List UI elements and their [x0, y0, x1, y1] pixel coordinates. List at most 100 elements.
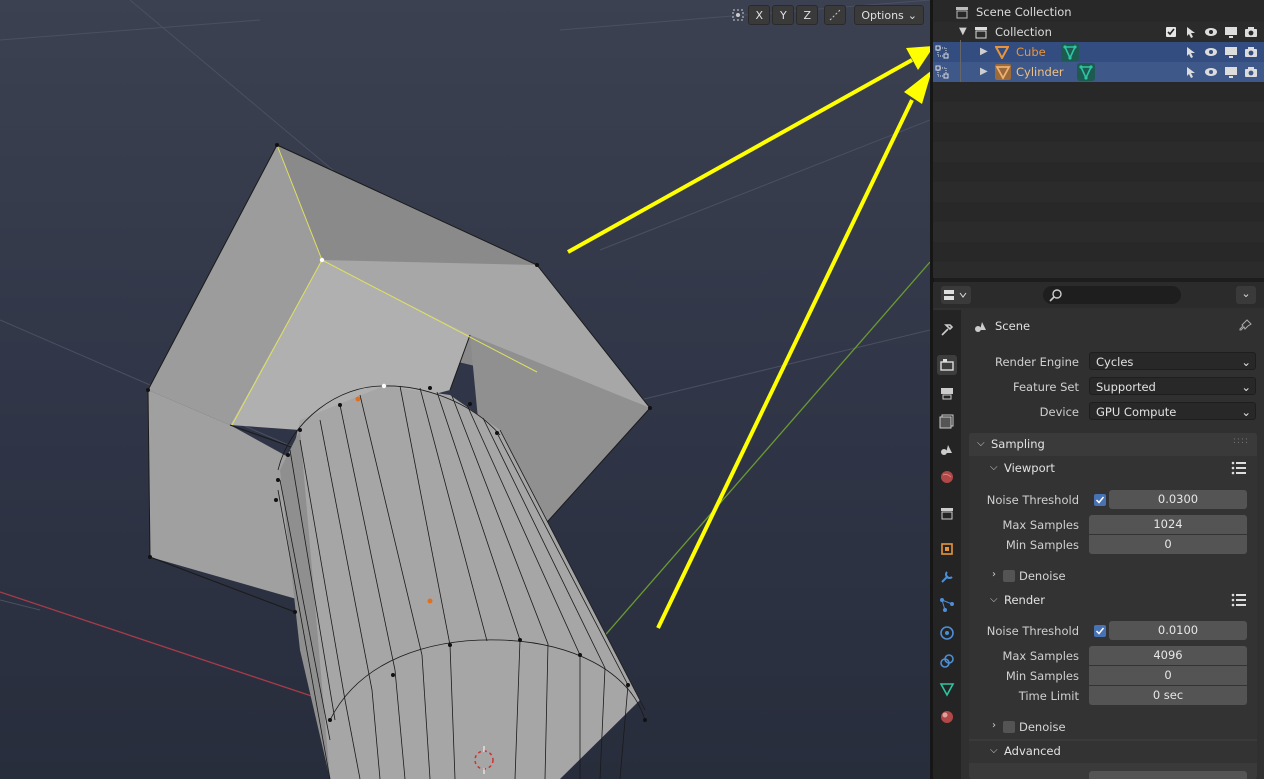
- chevron-down-icon: ⌄: [1241, 380, 1251, 394]
- tab-material[interactable]: [937, 707, 957, 727]
- snap-icon[interactable]: [824, 5, 847, 25]
- tab-collection[interactable]: [937, 503, 957, 523]
- render-max-samples-label: Max Samples: [1002, 649, 1079, 663]
- cylinder-label: Cylinder: [1016, 65, 1064, 79]
- render-noise-threshold-checkbox[interactable]: [1094, 625, 1106, 637]
- camera-icon[interactable]: [1244, 65, 1258, 79]
- presets-list-icon[interactable]: [1231, 461, 1247, 478]
- viewport-noise-threshold-checkbox[interactable]: [1094, 494, 1106, 506]
- sampling-title: Sampling: [991, 437, 1045, 451]
- search-input[interactable]: [1043, 286, 1181, 304]
- tool-icon: [941, 324, 954, 336]
- options-chevron-icon[interactable]: ⌄: [1236, 286, 1256, 304]
- exclude-checkbox-icon[interactable]: [1164, 25, 1178, 39]
- tab-data[interactable]: [937, 679, 957, 699]
- tab-view-layer[interactable]: [937, 411, 957, 431]
- tab-particles[interactable]: [937, 595, 957, 615]
- chevron-down-icon: ⌵: [990, 462, 998, 473]
- chevron-right-icon[interactable]: ›: [992, 720, 996, 731]
- mesh-data-icon[interactable]: [1061, 43, 1079, 64]
- mesh-data-icon[interactable]: [1077, 63, 1095, 84]
- render-noise-threshold-label: Noise Threshold: [986, 624, 1079, 638]
- render-time-limit-field[interactable]: 0 sec: [1089, 686, 1247, 705]
- editor-type-icon[interactable]: [941, 286, 971, 304]
- render-engine-label: Render Engine: [994, 355, 1079, 369]
- tab-physics[interactable]: [937, 623, 957, 643]
- output-icon: [941, 388, 953, 400]
- chevron-right-icon[interactable]: ›: [992, 569, 996, 580]
- expand-arrow-icon[interactable]: ▶: [980, 46, 988, 57]
- viewport-subpanel-header[interactable]: ⌵ Viewport: [969, 458, 1257, 480]
- tab-modifiers[interactable]: [937, 567, 957, 587]
- tab-object[interactable]: [937, 539, 957, 559]
- object-icon: [941, 543, 953, 555]
- collapse-arrow-icon[interactable]: ▼: [959, 26, 967, 37]
- tab-scene[interactable]: [937, 439, 957, 459]
- transform-gizmo-icon[interactable]: [730, 7, 746, 23]
- render-engine-dropdown[interactable]: Cycles ⌄: [1089, 352, 1256, 370]
- mirror-y-button[interactable]: Y: [772, 5, 795, 25]
- mesh-object-icon: [995, 64, 1011, 83]
- render-subpanel-header[interactable]: ⌵ Render: [969, 590, 1257, 612]
- particles-icon: [940, 598, 954, 612]
- outliner-row-scene-collection[interactable]: Scene Collection: [933, 2, 1264, 22]
- tab-constraints[interactable]: [937, 651, 957, 671]
- viewport-max-samples-field[interactable]: 1024: [1089, 515, 1247, 534]
- advanced-title: Advanced: [1004, 744, 1061, 758]
- drag-handle-icon[interactable]: [935, 45, 949, 62]
- monitor-icon[interactable]: [1224, 45, 1238, 59]
- eye-icon[interactable]: [1204, 25, 1218, 39]
- options-dropdown[interactable]: Options ⌄: [854, 5, 924, 25]
- device-dropdown[interactable]: GPU Compute ⌄: [1089, 402, 1256, 420]
- outliner-empty-area: [933, 82, 1264, 278]
- select-cursor-icon[interactable]: [1184, 65, 1198, 79]
- outliner[interactable]: Scene Collection ▼ Collection ▶ Cube ▶ C…: [933, 0, 1264, 278]
- advanced-subpanel-header[interactable]: ⌵ Advanced: [969, 741, 1257, 763]
- scene-collection-icon: [955, 5, 969, 22]
- viewport-denoise-label: Denoise: [1019, 569, 1066, 583]
- mirror-z-button[interactable]: Z: [796, 5, 819, 25]
- eye-icon[interactable]: [1204, 45, 1218, 59]
- device-label: Device: [1039, 405, 1079, 419]
- outliner-row-cylinder[interactable]: ▶ Cylinder: [933, 62, 1264, 82]
- monitor-icon[interactable]: [1224, 25, 1238, 39]
- expand-arrow-icon[interactable]: ▶: [980, 66, 988, 77]
- feature-set-dropdown[interactable]: Supported ⌄: [1089, 377, 1256, 395]
- render-min-samples-label: Min Samples: [1005, 669, 1079, 683]
- render-min-samples-field[interactable]: 0: [1089, 666, 1247, 685]
- outliner-row-cube[interactable]: ▶ Cube: [933, 42, 1264, 62]
- camera-icon[interactable]: [1244, 45, 1258, 59]
- render-max-samples-field[interactable]: 4096: [1089, 646, 1247, 665]
- 3d-viewport[interactable]: X Y Z Options ⌄: [0, 0, 930, 779]
- viewport-denoise-checkbox[interactable]: [1003, 570, 1015, 582]
- viewport-min-samples-field[interactable]: 0: [1089, 535, 1247, 554]
- mesh-data-icon: [939, 683, 955, 697]
- tab-render[interactable]: [937, 355, 957, 375]
- collection-label: Collection: [995, 25, 1052, 39]
- tree-line: [960, 40, 961, 82]
- sampling-header[interactable]: ⌵ Sampling ::::: [969, 433, 1257, 455]
- presets-list-icon[interactable]: [1231, 593, 1247, 610]
- monitor-icon[interactable]: [1224, 65, 1238, 79]
- drag-handle-icon[interactable]: [935, 65, 949, 82]
- properties-editor[interactable]: ⌄ Scene Render Engine Cycles ⌄ Feature S…: [933, 282, 1264, 779]
- camera-icon[interactable]: [1244, 25, 1258, 39]
- mirror-x-button[interactable]: X: [748, 5, 771, 25]
- select-cursor-icon[interactable]: [1184, 25, 1198, 39]
- search-icon: [1049, 288, 1063, 305]
- tab-tool[interactable]: [937, 320, 957, 340]
- cube-label: Cube: [1016, 45, 1046, 59]
- eye-icon[interactable]: [1204, 65, 1218, 79]
- tab-output[interactable]: [937, 383, 957, 403]
- select-cursor-icon[interactable]: [1184, 45, 1198, 59]
- drag-grip-icon[interactable]: ::::: [1233, 436, 1249, 446]
- viewport-scene[interactable]: [0, 0, 930, 779]
- render-noise-threshold-field[interactable]: 0.0100: [1109, 621, 1247, 640]
- seed-field[interactable]: [1089, 771, 1247, 779]
- render-denoise-checkbox[interactable]: [1003, 721, 1015, 733]
- world-icon: [941, 471, 953, 483]
- tab-world[interactable]: [937, 467, 957, 487]
- pin-icon[interactable]: [1239, 318, 1253, 335]
- viewport-noise-threshold-field[interactable]: 0.0300: [1109, 490, 1247, 509]
- outliner-row-collection[interactable]: ▼ Collection: [933, 22, 1264, 42]
